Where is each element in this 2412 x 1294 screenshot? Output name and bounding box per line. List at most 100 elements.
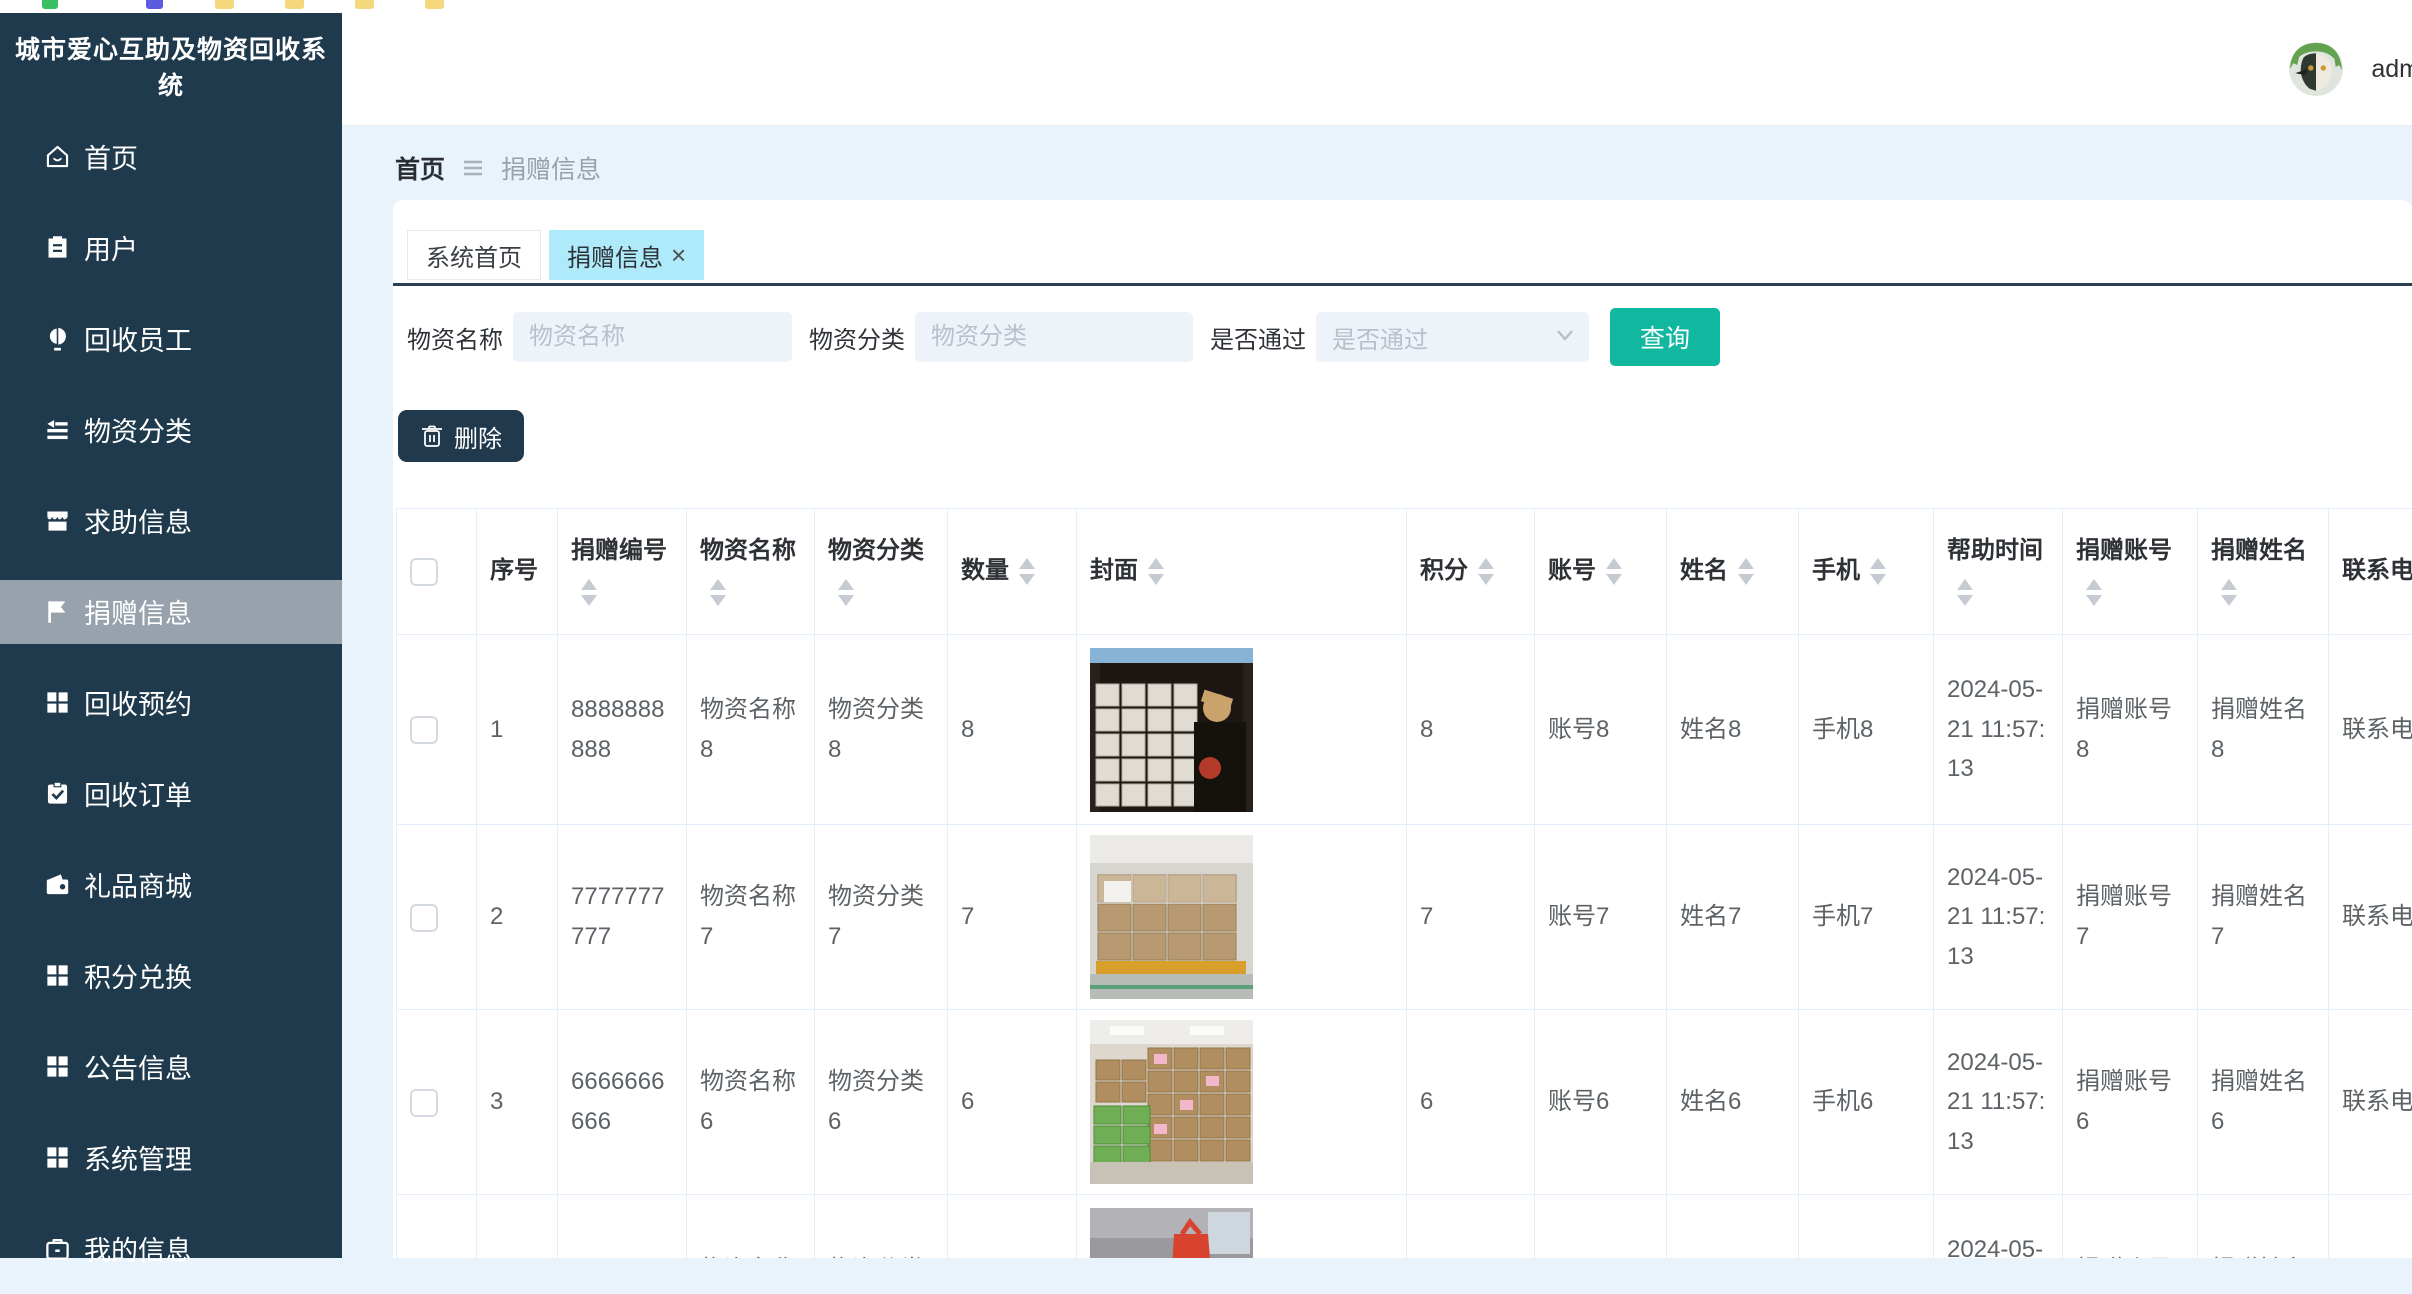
sidebar-item-users[interactable]: 用户 [0,202,342,293]
sort-caret-icon[interactable] [710,579,726,606]
sidebar: 城市爱心互助及物资回收系统 首页 用户 回收员工 物资分类 求助信息 捐赠信息 … [0,13,342,1258]
grid-icon [44,689,71,716]
purple-app-icon[interactable] [146,0,163,9]
sort-caret-icon[interactable] [1148,558,1164,585]
cell-text: 捐赠账号7 [2076,883,2172,950]
folder-icon[interactable] [425,0,444,9]
sort-caret-icon[interactable] [2221,579,2237,606]
filter-label-material-name: 物资名称 [407,320,503,355]
cell-contact_phone: 联系电话6 [2329,1010,2412,1195]
folder-icon[interactable] [355,0,374,9]
table-row: 27777777777物资名称7物资分类77 7账号7姓名7手机72024-05… [397,825,2412,1010]
column-header-label: 账号 [1548,557,1596,584]
cell-cover [1077,635,1407,825]
tab-system-home[interactable]: 系统首页 [407,230,541,280]
avatar[interactable] [2289,42,2343,96]
cell-text: 捐赠姓名7 [2211,883,2307,950]
flag-icon [44,598,71,625]
filter-input-material-category[interactable] [915,312,1193,362]
warehouse-boxes-photo [1090,1020,1253,1184]
column-header-label: 捐赠姓名 [2211,537,2307,564]
cell-text: 账号6 [1548,1088,1609,1115]
column-header-label: 封面 [1090,557,1138,584]
sidebar-item-help-info[interactable]: 求助信息 [0,475,342,566]
sort-caret-icon[interactable] [1870,558,1886,585]
username[interactable]: adm [2371,55,2412,84]
breadcrumb-home[interactable]: 首页 [395,150,445,186]
filter-input-material-name[interactable] [513,312,792,362]
sort-caret-icon[interactable] [2086,579,2102,606]
column-header-label: 捐赠编号 [571,537,667,564]
row-checkbox[interactable] [410,716,438,744]
cell-quantity: 7 [948,825,1077,1010]
cell-material_name: 物资名称7 [687,825,815,1010]
sidebar-item-recycle-booking[interactable]: 回收预约 [0,657,342,748]
sort-caret-icon[interactable] [1738,558,1754,585]
sidebar-item-points-exchange[interactable]: 积分兑换 [0,930,342,1021]
delete-button[interactable]: 删除 [398,410,524,462]
cell-selection [397,825,477,1010]
search-button[interactable]: 查询 [1610,308,1720,366]
sidebar-item-donation-info[interactable]: 捐赠信息 [0,566,342,657]
top-header: adm [342,13,2412,126]
table-row: 45555555555物资名称5物资分类55 5账号5姓名5手机52024-05… [397,1195,2412,1259]
column-header-label: 姓名 [1680,557,1728,584]
sidebar-item-recycle-order[interactable]: 回收订单 [0,748,342,839]
cell-text: 2024-05-21 11:57:13 [1947,1236,2045,1258]
cell-index: 2 [477,825,558,1010]
cell-text: 7 [1420,903,1433,930]
sidebar-item-announcement[interactable]: 公告信息 [0,1021,342,1112]
close-tab-icon[interactable]: × [671,242,686,268]
sort-caret-icon[interactable] [1606,558,1622,585]
sidebar-item-home[interactable]: 首页 [0,111,342,202]
green-app-icon[interactable] [42,0,58,9]
sidebar-item-label: 捐赠信息 [84,592,192,631]
sidebar-item-gift-mall[interactable]: 礼品商城 [0,839,342,930]
clipboard-icon [44,234,71,261]
select-placeholder: 是否通过 [1332,320,1428,355]
column-header-points: 积分 [1407,509,1535,635]
sort-caret-icon[interactable] [838,579,854,606]
cell-phone: 手机6 [1799,1010,1934,1195]
sidebar-item-my-info[interactable]: 我的信息 [0,1203,342,1294]
cell-text: 2024-05-21 11:57:13 [1947,676,2045,782]
filter-select-approved[interactable]: 是否通过 [1316,312,1589,362]
cell-text: 8888888888 [571,696,664,763]
column-header-name: 姓名 [1667,509,1799,635]
tab-label: 系统首页 [426,238,522,273]
filter-label-material-category: 物资分类 [809,320,905,355]
select-all-checkbox[interactable] [410,558,438,586]
cell-donor_name: 捐赠姓名8 [2198,635,2329,825]
sidebar-item-label: 首页 [84,137,138,176]
app-title: 城市爱心互助及物资回收系统 [0,29,342,103]
filter-bar: 物资名称 物资分类 是否通过 是否通过 查询 [407,306,1720,368]
table-wrapper: 序号捐赠编号物资名称物资分类数量封面积分账号姓名手机帮助时间捐赠账号捐赠姓名联系… [396,508,2412,1258]
folder-icon[interactable] [285,0,304,9]
row-checkbox[interactable] [410,1089,438,1117]
sidebar-item-system-management[interactable]: 系统管理 [0,1112,342,1203]
tab-donation-info[interactable]: 捐赠信息 × [549,230,704,280]
cell-text: 6666666666 [571,1068,664,1135]
breadcrumb-separator-icon [461,158,485,178]
sort-caret-icon[interactable] [1478,558,1494,585]
sidebar-item-label: 回收员工 [84,319,192,358]
cell-donor_account: 捐赠账号8 [2063,635,2198,825]
cell-material_category: 物资分类6 [815,1010,948,1195]
sidebar-item-recycle-staff[interactable]: 回收员工 [0,293,342,384]
sort-caret-icon[interactable] [1957,579,1973,606]
sidebar-item-label: 系统管理 [84,1138,192,1177]
column-header-label: 物资名称 [700,537,796,564]
sidebar-item-material-category[interactable]: 物资分类 [0,384,342,475]
grid-icon [44,1053,71,1080]
folder-icon[interactable] [215,0,234,9]
column-header-cover: 封面 [1077,509,1407,635]
cell-cover [1077,825,1407,1010]
sort-caret-icon[interactable] [1019,558,1035,585]
cell-text: 账号7 [1548,903,1609,930]
sort-caret-icon[interactable] [581,579,597,606]
cell-index: 4 [477,1195,558,1259]
table-body: 18888888888物资名称8物资分类88 8账号8姓名8手机82024-05… [397,635,2412,1259]
cell-donation_no: 6666666666 [558,1010,687,1195]
sidebar-item-label: 礼品商城 [84,865,192,904]
row-checkbox[interactable] [410,904,438,932]
